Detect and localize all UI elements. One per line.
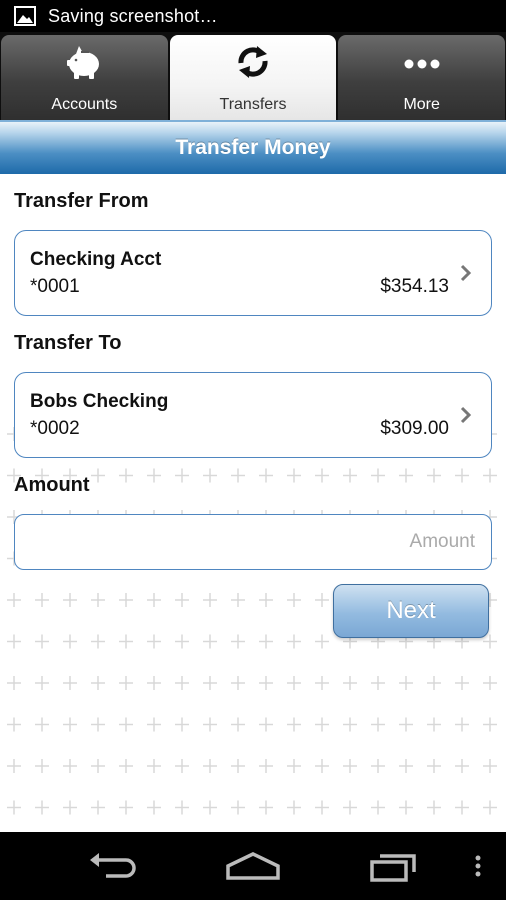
transfer-arrows-icon <box>234 43 272 86</box>
menu-icon[interactable] <box>472 846 484 891</box>
home-icon[interactable] <box>224 846 282 891</box>
from-account-name: Checking Acct <box>30 249 162 270</box>
transfer-to-label: Transfer To <box>14 332 122 354</box>
tab-accounts[interactable]: Accounts <box>1 35 168 120</box>
page-header: Transfer Money <box>0 120 506 174</box>
tab-accounts-label: Accounts <box>51 96 118 113</box>
more-dots-icon <box>402 43 442 86</box>
status-text: Saving screenshot… <box>48 5 218 26</box>
tab-transfers[interactable]: Transfers <box>169 35 337 120</box>
back-icon[interactable] <box>86 846 138 891</box>
from-account-balance: $354.13 <box>380 276 449 297</box>
amount-label: Amount <box>14 474 90 496</box>
from-account-number: *0001 <box>30 276 80 297</box>
tab-bar: Accounts Transfers More <box>0 32 506 120</box>
to-account-name: Bobs Checking <box>30 391 169 412</box>
piggy-bank-icon <box>64 43 104 86</box>
tab-more[interactable]: More <box>338 35 506 120</box>
recent-apps-icon[interactable] <box>368 846 422 891</box>
chevron-right-icon <box>460 264 472 287</box>
picture-icon <box>14 6 36 26</box>
transfer-from-account[interactable]: Checking Acct *0001 $354.13 <box>14 230 492 316</box>
amount-input[interactable] <box>14 514 492 570</box>
transfer-to-account[interactable]: Bobs Checking *0002 $309.00 <box>14 372 492 458</box>
tab-more-label: More <box>403 96 440 113</box>
tab-transfers-label: Transfers <box>219 96 287 113</box>
transfer-screen: Transfer Money Transfer From Checking Ac… <box>0 120 506 832</box>
next-button[interactable]: Next <box>333 584 489 638</box>
chevron-right-icon <box>460 406 472 429</box>
to-account-balance: $309.00 <box>380 418 449 439</box>
system-nav-bar <box>0 832 506 900</box>
transfer-from-label: Transfer From <box>14 190 149 212</box>
page-title: Transfer Money <box>175 136 331 159</box>
status-bar: Saving screenshot… <box>0 0 506 32</box>
to-account-number: *0002 <box>30 418 80 439</box>
